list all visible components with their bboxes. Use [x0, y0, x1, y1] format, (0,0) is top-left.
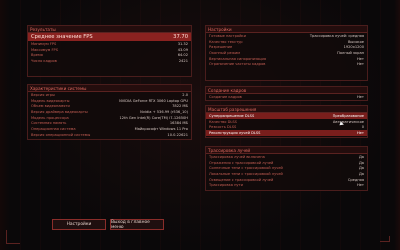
row-value: 43.09: [177, 47, 188, 52]
row-value: Трассировка лучей: средняя: [309, 33, 364, 38]
row-label: Среднее значение FPS: [31, 34, 93, 40]
row-value: 10.0.22621: [167, 132, 188, 137]
ray-tracing-panel: Трассировка лучей Трассировка лучей вклю…: [205, 146, 368, 191]
ray-tracing-title: Трассировка лучей: [206, 147, 367, 154]
row-value: Да: [358, 171, 364, 176]
corner-decor: [6, 230, 20, 244]
frame-gen-title: Создание кадров: [206, 87, 367, 94]
row-label: Операционная система: [31, 126, 76, 131]
row-value: 37.70: [173, 34, 188, 40]
settings-title: Настройки: [206, 26, 367, 33]
system-panel: Характеристики системы Версия игры 2.0 М…: [27, 84, 192, 140]
row-value: Полный экран: [337, 50, 364, 55]
row-label: Минимум FPS: [31, 41, 57, 46]
row-value: Автоматическое: [332, 119, 364, 124]
row-value: 12th Gen Intel(R) Core(TM) i7-12650H: [119, 115, 189, 120]
row-value: Нет: [356, 130, 364, 135]
row-label: Отражения с трассировкой лучей: [209, 160, 274, 165]
row-label: Качество DLSS: [209, 119, 237, 124]
results-row-avg-fps: Среднее значение FPS 37.70: [28, 33, 191, 41]
row-value: Средняя: [347, 177, 364, 182]
corner-decor: [380, 236, 390, 242]
row-value: NVIDIA GeForce RTX 3060 Laptop GPU: [119, 98, 188, 103]
row-label: Резкость DLSS: [209, 125, 237, 130]
row-label: Освещение с трассировкой лучей: [209, 177, 274, 182]
settings-panel: Настройки Готовые настройки Трассировка …: [205, 25, 368, 81]
row-label: Создание кадров: [209, 94, 242, 99]
row-value: 1920x1200: [343, 45, 364, 50]
right-edge-decor: [394, 0, 400, 250]
row-label: Вертикальная синхронизация: [209, 56, 267, 61]
results-title: Результаты: [28, 26, 191, 33]
system-title: Характеристики системы: [28, 85, 191, 92]
row-label: Реконструкция лучей DLSS: [209, 130, 261, 135]
frame-gen-panel: Создание кадров Создание кадров Нет: [205, 86, 368, 101]
row-label: Версия драйвера видеокарты: [31, 109, 88, 114]
row-label: Модель видеокарты: [31, 98, 70, 103]
left-edge-decor: [0, 0, 10, 250]
row-label: Оконный режим: [209, 50, 240, 55]
results-panel: Результаты Среднее значение FPS 37.70 Ми…: [27, 25, 192, 77]
row-label: Ограничение частоты кадров: [209, 62, 266, 67]
row-value: Да: [358, 154, 364, 159]
row-value: Да: [358, 166, 364, 171]
row-label: Версия игры: [31, 92, 55, 97]
row-value: Да: [358, 160, 364, 165]
ray-tracing-row: Трассировка пути Нет: [206, 182, 367, 188]
row-label: Объем видеопамяти: [31, 104, 70, 109]
row-value: Нет: [356, 183, 364, 188]
row-value: 16384 МБ: [169, 121, 188, 126]
settings-button[interactable]: Настройки: [52, 219, 106, 230]
row-value: Нет: [356, 62, 364, 67]
row-label: Разрешение: [209, 45, 233, 50]
row-label: Локальные тени с трассировкой лучей: [209, 171, 283, 176]
row-label: Модель процессора: [31, 115, 69, 120]
row-value: Нет: [356, 56, 364, 61]
row-label: Версия операционной системы: [31, 132, 91, 137]
frame-gen-row: Создание кадров Нет: [206, 94, 367, 100]
row-label: Готовые настройки: [209, 33, 246, 38]
row-value: Преобразование: [332, 113, 364, 118]
row-value: 0: [361, 125, 364, 130]
row-value: Высокое: [347, 39, 364, 44]
resolution-scaling-title: Масштаб разрешения: [206, 106, 367, 113]
row-value: 2421: [178, 58, 188, 63]
row-label: Время: [31, 53, 43, 58]
resolution-scaling-row-highlighted: Реконструкция лучей DLSS Нет: [206, 130, 367, 136]
results-row: Число кадров 2421: [28, 58, 191, 64]
row-value: Майкрософт Windows 11 Pro: [134, 126, 188, 131]
row-label: Трассировка пути: [209, 183, 243, 188]
exit-to-main-menu-button[interactable]: Выход в главное меню: [110, 219, 164, 230]
row-value: Nvidia + 536.99 (r536_10): [140, 109, 188, 114]
row-label: Максимум FPS: [31, 47, 58, 52]
settings-row: Ограничение частоты кадров Нет: [206, 61, 367, 67]
system-row: Версия операционной системы 10.0.22621: [28, 132, 191, 138]
row-value: Нет: [356, 94, 364, 99]
row-label: Качество текстур: [209, 39, 243, 44]
row-label: Число кадров: [31, 58, 57, 63]
row-value: 2.0: [182, 92, 188, 97]
row-value: 7822 МБ: [172, 104, 188, 109]
row-label: Солнечные тени с трассировкой лучей: [209, 166, 283, 171]
row-value: 31.32: [177, 41, 188, 46]
row-label: Системная память: [31, 121, 67, 126]
row-label: Трассировка лучей включена: [209, 154, 265, 159]
row-value: 64.02: [177, 53, 188, 58]
row-label: Суперразрешение DLSS: [209, 113, 255, 118]
